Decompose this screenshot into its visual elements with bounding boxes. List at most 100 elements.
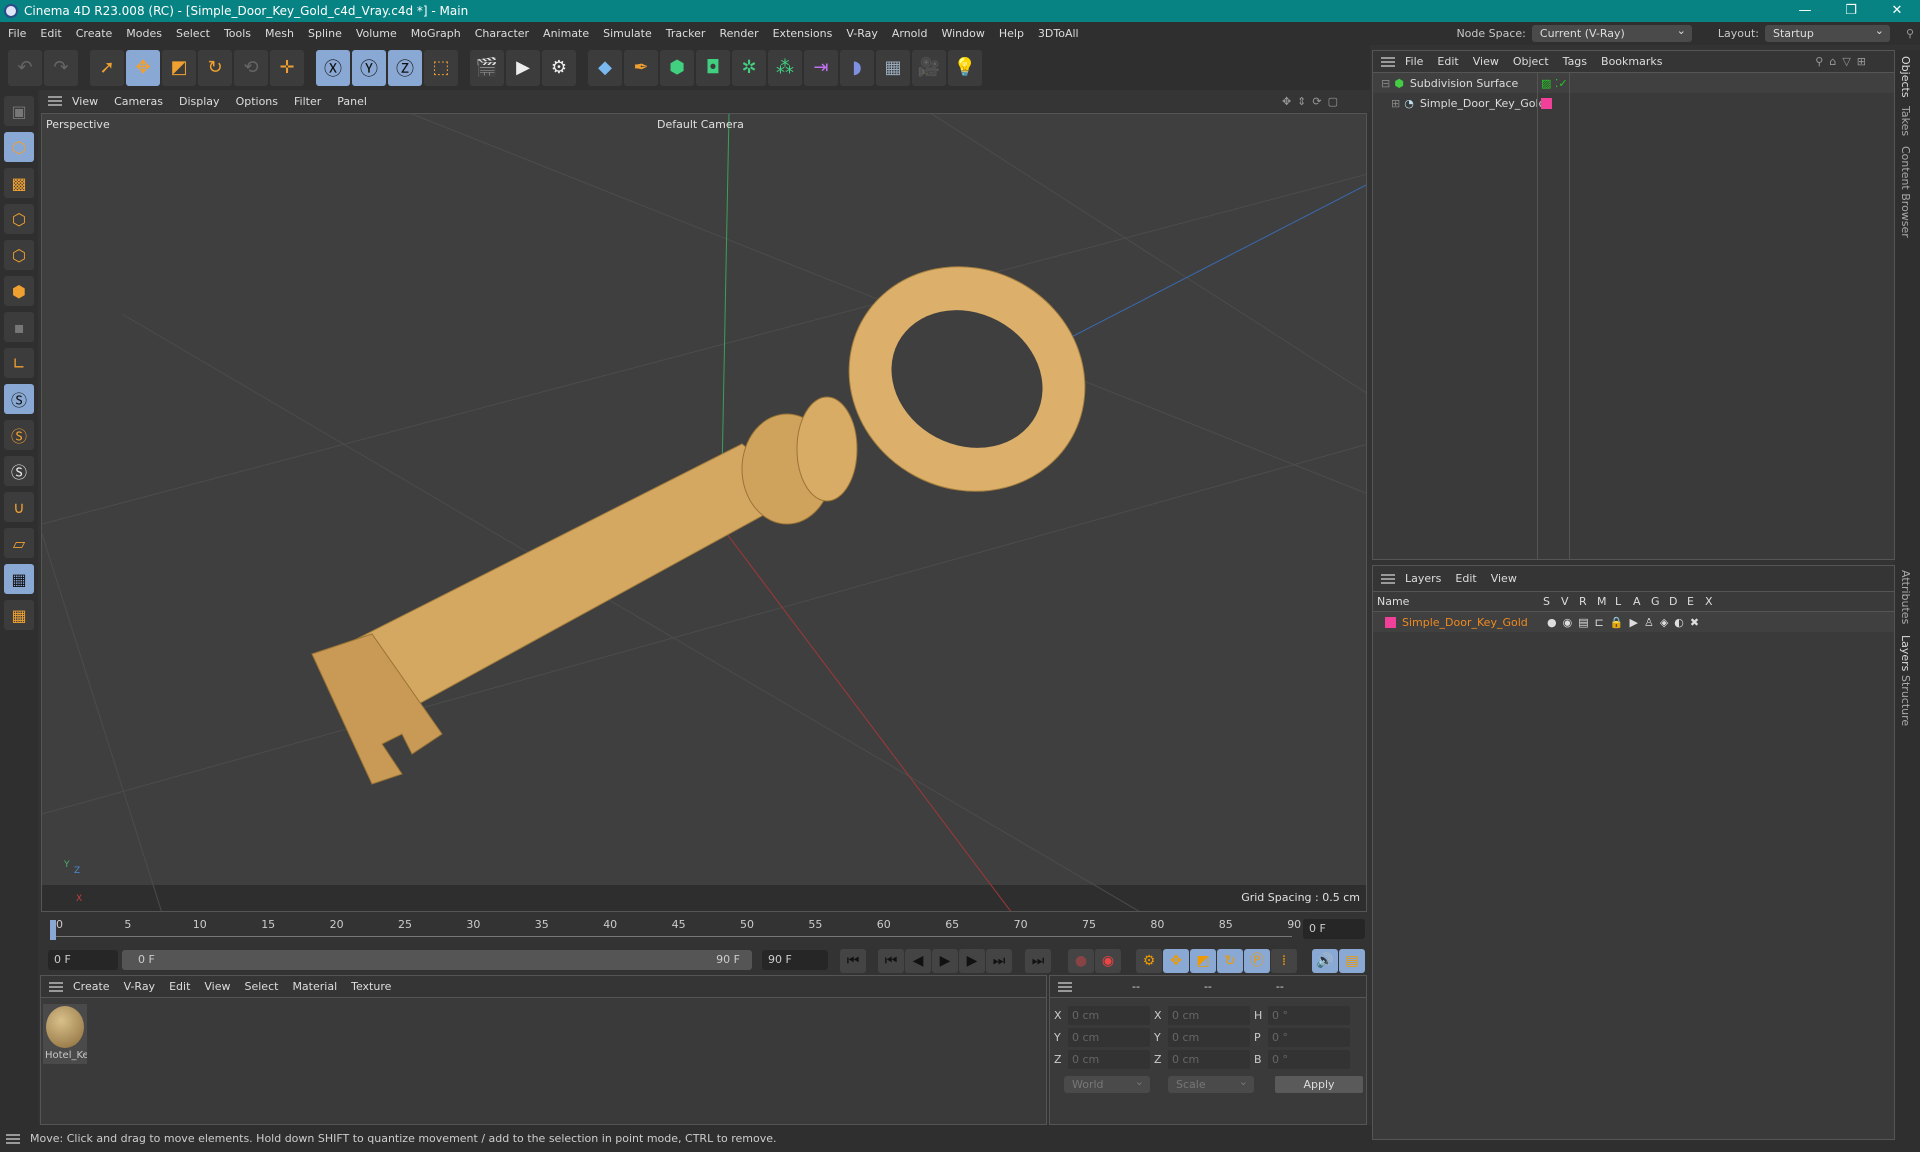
grid-icon[interactable]: ▦ — [4, 564, 34, 594]
hamburger-icon[interactable] — [6, 1133, 20, 1144]
light-icon[interactable]: 💡 — [948, 49, 982, 86]
layer-toggle-icons[interactable]: ●◉▤⊏🔒▶♙◈◐✖ — [1547, 616, 1705, 629]
size-y-field[interactable]: 0 cm — [1168, 1028, 1250, 1047]
previous-key-icon[interactable]: ⏮ — [878, 949, 904, 973]
tab-layers[interactable]: Layers — [1899, 635, 1912, 671]
y-axis-icon[interactable]: Ⓨ — [352, 49, 386, 86]
node-space-dropdown[interactable]: Current (V-Ray) — [1531, 24, 1692, 42]
minimize-button[interactable]: — — [1782, 0, 1828, 22]
menu-mograph[interactable]: MoGraph — [411, 27, 461, 40]
obj-menu-file[interactable]: File — [1405, 55, 1423, 68]
previous-frame-icon[interactable]: ◀ — [905, 949, 931, 973]
deformer-icon[interactable]: ⇥ — [804, 49, 838, 86]
menu-mesh[interactable]: Mesh — [265, 27, 294, 40]
current-frame-field[interactable]: 0 F — [1303, 919, 1365, 939]
mat-menu-view[interactable]: View — [204, 980, 230, 993]
redo-icon[interactable]: ↷ — [44, 49, 78, 86]
axis-mode-icon[interactable]: ∟ — [4, 348, 34, 378]
rot-b-field[interactable]: 0 ° — [1268, 1050, 1350, 1069]
x-axis-icon[interactable]: Ⓧ — [316, 49, 350, 86]
menu-3dtoall[interactable]: 3DToAll — [1038, 27, 1079, 40]
subdivision-icon[interactable]: ⬢ — [660, 49, 694, 86]
viewport-menu-display[interactable]: Display — [179, 95, 220, 108]
layer-color-swatch[interactable] — [1385, 616, 1396, 628]
cloner-icon[interactable]: ✲ — [732, 49, 766, 86]
start-frame-field[interactable]: 0 F — [48, 950, 118, 970]
viewport-menu-options[interactable]: Options — [236, 95, 278, 108]
polygons-mode-icon[interactable]: ⬢ — [4, 276, 34, 306]
hamburger-icon[interactable] — [48, 96, 62, 106]
menu-create[interactable]: Create — [76, 27, 113, 40]
play-icon[interactable]: ▶ — [932, 949, 958, 973]
mat-menu-select[interactable]: Select — [245, 980, 279, 993]
hamburger-icon[interactable] — [1058, 981, 1072, 992]
move-tool-icon[interactable]: ✥ — [126, 49, 160, 86]
snap-settings-icon[interactable]: Ⓢ — [4, 420, 34, 450]
menu-character[interactable]: Character — [475, 27, 529, 40]
menu-spline[interactable]: Spline — [308, 27, 342, 40]
menu-volume[interactable]: Volume — [356, 27, 397, 40]
floor-icon[interactable]: ▦ — [876, 49, 910, 86]
menu-arnold[interactable]: Arnold — [892, 27, 928, 40]
mat-menu-create[interactable]: Create — [73, 980, 110, 993]
key-position-icon[interactable]: ✥ — [1163, 949, 1189, 973]
layer-row[interactable]: Simple_Door_Key_Gold ●◉▤⊏🔒▶♙◈◐✖ — [1373, 612, 1894, 632]
key-scale-icon[interactable]: ◩ — [1190, 949, 1216, 973]
texture-mode-icon[interactable]: ▩ — [4, 168, 34, 198]
restore-button[interactable]: ❐ — [1828, 0, 1874, 22]
go-to-end-icon[interactable]: ⏭ — [1025, 949, 1051, 973]
menu-animate[interactable]: Animate — [543, 27, 589, 40]
transform-icon[interactable]: ✛ — [270, 49, 304, 86]
hamburger-icon[interactable] — [1381, 573, 1395, 584]
material-swatch[interactable]: Hotel_Ke — [43, 1004, 87, 1064]
next-frame-icon[interactable]: ▶ — [959, 949, 985, 973]
playhead[interactable] — [50, 920, 56, 940]
layer-menu-view[interactable]: View — [1491, 572, 1517, 585]
obj-menu-tags[interactable]: Tags — [1563, 55, 1587, 68]
camera-name[interactable]: Default Camera — [657, 118, 744, 131]
mat-menu-vray[interactable]: V-Ray — [124, 980, 156, 993]
locked-workplane-icon[interactable]: ▦ — [4, 600, 34, 630]
snap-mode-icon[interactable]: Ⓢ — [4, 456, 34, 486]
tab-objects[interactable]: Objects — [1899, 56, 1912, 98]
scale-tool-icon[interactable]: ◩ — [162, 49, 196, 86]
layer-name[interactable]: Simple_Door_Key_Gold — [1402, 616, 1547, 629]
hamburger-icon[interactable] — [1381, 56, 1395, 67]
viewport-menu-panel[interactable]: Panel — [337, 95, 367, 108]
size-z-field[interactable]: 0 cm — [1168, 1050, 1250, 1069]
mograph-icon[interactable]: ⁂ — [768, 49, 802, 86]
cube-icon[interactable]: ◆ — [588, 49, 622, 86]
coordinate-mode-dropdown[interactable]: Scale — [1168, 1075, 1254, 1093]
key-pla-icon[interactable]: ⁞ — [1271, 949, 1297, 973]
menu-render[interactable]: Render — [719, 27, 758, 40]
menu-vray[interactable]: V-Ray — [846, 27, 878, 40]
menu-window[interactable]: Window — [941, 27, 984, 40]
mat-menu-edit[interactable]: Edit — [169, 980, 190, 993]
snap-icon[interactable]: Ⓢ — [4, 384, 34, 414]
object-manager-tools-icons[interactable]: ⚲⌂▽⊞ — [1815, 55, 1872, 68]
enabled-check-icon[interactable]: ▨ ⁚✓ — [1541, 77, 1568, 90]
tab-takes[interactable]: Takes — [1899, 106, 1912, 136]
psr-icon[interactable]: ⟲ — [234, 49, 268, 86]
menu-tools[interactable]: Tools — [224, 27, 251, 40]
key-rotation-icon[interactable]: ↻ — [1217, 949, 1243, 973]
obj-menu-object[interactable]: Object — [1513, 55, 1549, 68]
layer-menu-edit[interactable]: Edit — [1455, 572, 1476, 585]
pos-y-field[interactable]: 0 cm — [1068, 1028, 1150, 1047]
layout-dropdown[interactable]: Startup — [1765, 24, 1890, 42]
undo-icon[interactable]: ↶ — [8, 49, 42, 86]
viewport-menu-cameras[interactable]: Cameras — [114, 95, 163, 108]
menu-simulate[interactable]: Simulate — [603, 27, 652, 40]
obj-menu-bookmarks[interactable]: Bookmarks — [1601, 55, 1662, 68]
size-x-field[interactable]: 0 cm — [1168, 1006, 1250, 1025]
coordinate-space-dropdown[interactable]: World — [1064, 1075, 1150, 1093]
menu-edit[interactable]: Edit — [40, 27, 61, 40]
field-icon[interactable]: ◗ — [840, 49, 874, 86]
record-icon[interactable]: ● — [1068, 949, 1094, 973]
obj-menu-edit[interactable]: Edit — [1437, 55, 1458, 68]
rot-h-field[interactable]: 0 ° — [1268, 1006, 1350, 1025]
tab-attributes[interactable]: Attributes — [1899, 570, 1912, 624]
magnet-icon[interactable]: ∪ — [4, 492, 34, 522]
object-row[interactable]: ⊞ ◔ Simple_Door_Key_Gold — [1373, 93, 1894, 113]
object-row[interactable]: ⊟ ⬢ Subdivision Surface ▨ ⁚✓ — [1373, 73, 1894, 93]
